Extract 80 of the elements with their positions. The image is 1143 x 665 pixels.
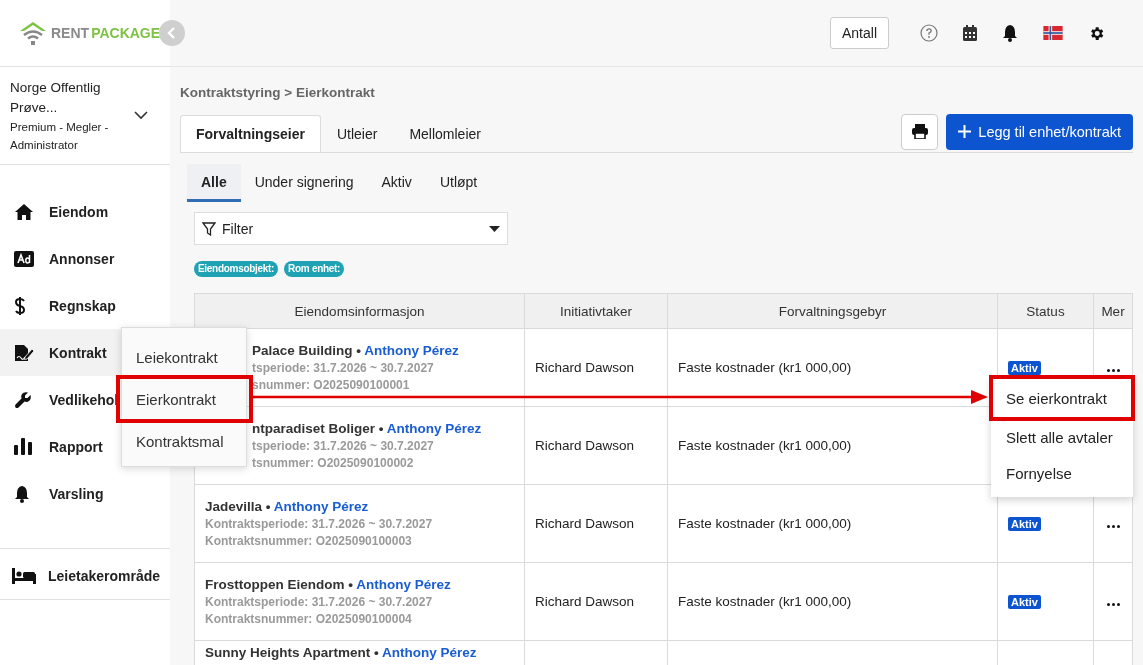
nav-item[interactable]: Leietakerområde: [0, 552, 170, 599]
contract-icon: [14, 343, 34, 362]
contract-number: Kontraktsnummer: O2025090100004: [205, 612, 413, 626]
initiator-cell: Richard Dawson: [535, 594, 635, 609]
dollar-icon: [14, 295, 26, 316]
contract-period: Kontraktsperiode: 31.7.2026 ~ 30.7.2027: [205, 595, 434, 609]
menu-item[interactable]: Fornyelse: [991, 455, 1133, 491]
menu-item[interactable]: Se eierkontrakt: [991, 377, 1133, 419]
contract-number: snummer: O2025090100001: [252, 378, 411, 392]
status-badge: Aktiv: [1008, 361, 1041, 375]
owner-link[interactable]: Anthony Pérez: [364, 343, 459, 358]
property-title: ntparadiset Boliger • Anthony Pérez: [252, 421, 483, 436]
plus-icon: [958, 125, 972, 138]
organization-name: Norge Offentlig Prøve...: [10, 78, 102, 117]
status-tab[interactable]: Aktiv: [367, 164, 426, 202]
owner-link[interactable]: Anthony Pérez: [382, 645, 477, 660]
nav-item[interactable]: Eiendom: [0, 188, 170, 235]
contract-number: Kontraktsnummer: O2025090100003: [205, 534, 413, 548]
status-badge: Aktiv: [1008, 595, 1041, 609]
chevron-down-icon[interactable]: [134, 111, 148, 120]
owner-link[interactable]: Anthony Pérez: [273, 499, 369, 514]
contract-period: Kontraktsperiode: 31.7.2026 ~ 30.7.2027: [205, 517, 434, 531]
initiator-cell: Richard Dawson: [535, 360, 635, 375]
more-icon[interactable]: [1106, 603, 1120, 606]
column-header: Forvaltningsgebyr: [667, 293, 998, 329]
breadcrumb: Kontraktstyring > Eierkontrakt: [180, 85, 376, 102]
tab[interactable]: Forvaltningseier: [180, 115, 321, 152]
settings-icon[interactable]: [1088, 24, 1105, 42]
property-title: Jadevilla • Anthony Pérez: [205, 499, 370, 514]
property-title: Frosttoppen Eiendom • Anthony Pérez: [205, 577, 452, 592]
nav-item[interactable]: Annonser: [0, 235, 170, 282]
wrench-icon: [14, 390, 32, 409]
column-header: Status: [997, 293, 1094, 329]
more-icon[interactable]: [1106, 525, 1120, 528]
contract-number: tsnummer: O2025090100002: [252, 456, 415, 470]
fee-cell: Faste kostnader (kr1 000,00): [678, 594, 852, 609]
owner-link[interactable]: Anthony Pérez: [356, 577, 451, 592]
print-icon: [911, 124, 928, 139]
column-header: Eiendomsinformasjon: [194, 293, 525, 329]
filter-icon: [202, 221, 216, 236]
print-button[interactable]: [901, 113, 939, 150]
advert-icon: [14, 250, 34, 267]
add-button[interactable]: Legg til enhet/kontrakt: [946, 113, 1133, 150]
calendar-icon[interactable]: [963, 25, 977, 41]
logo: RENT PACKAGE: [18, 20, 161, 46]
contract-period: tsperiode: 31.7.2026 ~ 30.7.2027: [252, 361, 435, 375]
fee-cell: Faste kostnader (kr1 000,00): [678, 360, 852, 375]
status-tab[interactable]: Utløpt: [425, 164, 492, 202]
nav-item[interactable]: Varsling: [0, 470, 170, 517]
count-button[interactable]: Antall: [829, 17, 889, 49]
owner-link[interactable]: Anthony Pérez: [386, 421, 482, 436]
status-tab[interactable]: Under signering: [240, 164, 368, 202]
norway-flag-icon[interactable]: [1043, 26, 1063, 40]
home-icon: [14, 202, 34, 221]
help-icon[interactable]: [920, 24, 938, 42]
contract-period: tsperiode: 31.7.2026 ~ 30.7.2027: [252, 439, 435, 453]
status-tab[interactable]: Alle: [187, 164, 241, 202]
bell-icon[interactable]: [1002, 24, 1018, 42]
bed-icon: [12, 567, 36, 584]
nav-item[interactable]: Regnskap: [0, 282, 170, 329]
fee-cell: Faste kostnader (kr1 000,00): [678, 516, 852, 531]
tab[interactable]: Utleier: [320, 115, 394, 152]
submenu-item[interactable]: Kontraktsmal: [122, 420, 246, 462]
status-badge: Aktiv: [1008, 517, 1041, 531]
tab[interactable]: Mellomleier: [393, 115, 497, 152]
bell-icon: [14, 484, 30, 503]
bar-chart-icon: [14, 438, 32, 455]
property-title: Sunny Heights Apartment • Anthony Pérez: [205, 645, 478, 660]
property-title: Palace Building • Anthony Pérez: [252, 343, 460, 358]
more-icon[interactable]: [1106, 369, 1120, 372]
initiator-cell: Richard Dawson: [535, 438, 635, 453]
submenu-item[interactable]: Eierkontrakt: [119, 378, 250, 420]
fee-cell: Faste kostnader (kr1 000,00): [678, 438, 852, 453]
initiator-cell: Richard Dawson: [535, 516, 635, 531]
menu-item[interactable]: Slett alle avtaler: [991, 419, 1133, 455]
column-header: Initiativtaker: [524, 293, 668, 329]
caret-icon: [489, 225, 500, 232]
user-role: Premium - Megler - Administrator: [10, 119, 110, 153]
column-header: Mer: [1093, 293, 1133, 329]
filter-select[interactable]: Filter: [194, 212, 508, 245]
